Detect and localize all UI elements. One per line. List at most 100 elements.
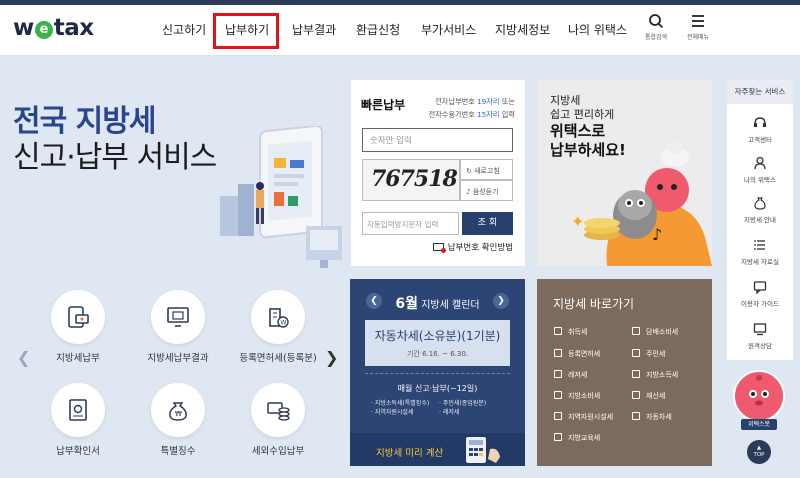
menu-button[interactable]: 전체메뉴 xyxy=(678,13,718,41)
tax-preview-calc-button[interactable]: 지방세 미리 계산 xyxy=(350,433,525,466)
car-icon xyxy=(632,412,640,420)
list-icon xyxy=(754,240,765,250)
list-item: · 레저세 xyxy=(439,409,460,416)
nav-item-pay[interactable]: 납부하기 xyxy=(225,5,269,56)
quick-btn-local-tax-pay[interactable]: 지방세납부 xyxy=(33,290,123,364)
scroll-to-top-button[interactable]: ▲ TOP xyxy=(747,440,771,464)
shortcuts-title: 지방세 바로가기 xyxy=(553,297,635,311)
promo-banner[interactable]: 지방세 쉽고 편리하게 위택스로 납부하세요! ✦ ♪ xyxy=(537,80,712,266)
payment-number-guide-link[interactable]: 납부번호 확인방법 xyxy=(432,241,513,253)
document-icon xyxy=(432,243,446,253)
card-pay-icon xyxy=(68,306,89,328)
svg-text:₩: ₩ xyxy=(175,410,182,418)
quick-btn-label: 특별징수 xyxy=(160,446,196,457)
shortcut-acquisition-tax[interactable]: 취득세 xyxy=(554,327,587,337)
calendar-tax-box[interactable]: 자동차세(소유분)(1기분) 기간 6.16. ~ 6.30. xyxy=(365,320,510,366)
quick-btn-label: 지방세납부 xyxy=(56,353,100,364)
logo-letter-w: w xyxy=(13,15,34,41)
shortcut-local-income-tax[interactable]: 지방소득세 xyxy=(632,370,678,380)
sidebar-item-tax-archive[interactable]: 지방세 자료실 xyxy=(727,238,793,266)
property-icon xyxy=(632,391,640,399)
income-icon xyxy=(632,370,640,378)
building-won-icon: W xyxy=(269,308,289,328)
payment-number-input[interactable]: 숫자만 입력 xyxy=(362,128,513,152)
sidebar-item-user-guide[interactable]: 이용자 가이드 xyxy=(727,280,793,308)
captcha-refresh-button[interactable]: ↻ 새로고침 xyxy=(460,159,513,180)
shortcut-local-consumption-tax[interactable]: 지방소비세 xyxy=(554,391,600,401)
chevron-up-icon: ▲ xyxy=(756,445,762,451)
nav-item-extra-services[interactable]: 부가서비스 xyxy=(421,5,476,56)
shortcut-resident-tax[interactable]: 주민세 xyxy=(632,349,665,359)
sidebar-item-remote-support[interactable]: 원격상담 xyxy=(727,322,793,350)
svg-text:♪: ♪ xyxy=(652,225,662,244)
shortcut-education-tax[interactable]: 지방교육세 xyxy=(554,433,600,443)
list-item: · 지방소득세(특별징수) xyxy=(371,400,430,407)
captcha-audio-button[interactable]: ♪ 음성듣기 xyxy=(460,180,513,201)
search-button[interactable]: 통합검색 xyxy=(636,13,676,41)
house-icon xyxy=(554,327,562,335)
nav-item-pay-result[interactable]: 납부결과 xyxy=(292,5,336,56)
quick-btn-label: 등록면허세(등록분) xyxy=(239,353,317,364)
nav-item-refund[interactable]: 환급신청 xyxy=(356,5,400,56)
bicycle-icon xyxy=(554,370,562,378)
shortcut-leisure-tax[interactable]: 레저세 xyxy=(554,370,587,380)
list-item: · 지역자원시설세 xyxy=(371,409,414,416)
tax-preview-calc-label: 지방세 미리 계산 xyxy=(376,448,444,459)
header: w e tax 신고하기 납부하기 납부결과 환급신청 부가서비스 지방세정보 나의… xyxy=(0,5,800,56)
sidebar-item-my-wetax[interactable]: 나의 위택스 xyxy=(727,156,793,184)
nav-item-local-tax-info[interactable]: 지방세정보 xyxy=(495,5,550,56)
local-tax-shortcuts: 지방세 바로가기 취득세 담배소비세 등록면허세 주민세 레저세 지방소득세 지… xyxy=(537,279,712,466)
wetax-bot-button[interactable] xyxy=(733,370,785,422)
hamburger-icon xyxy=(692,15,704,27)
search-label: 통합검색 xyxy=(644,34,668,41)
license-icon xyxy=(554,349,562,357)
next-arrow-icon[interactable]: ❯ xyxy=(325,348,338,367)
shortcut-regional-resource-tax[interactable]: 지역자원시설세 xyxy=(554,412,613,422)
sidebar-item-tax-guide[interactable]: 지방세 안내 xyxy=(727,196,793,224)
list-item: · 주민세(종업원분) xyxy=(439,400,487,407)
quick-pay-description: 전자납부번호 19자리 또는 전자수용가번호 15자리 입력 xyxy=(428,97,515,119)
calendar-tax-name: 자동차세(소유분)(1기분) xyxy=(374,329,501,343)
graduation-cap-icon xyxy=(554,433,562,441)
quick-pay-title: 빠른납부 xyxy=(361,98,406,112)
svg-text:W: W xyxy=(281,320,287,327)
shortcut-vehicle-tax[interactable]: 자동차세 xyxy=(632,412,672,422)
money-bag-icon xyxy=(754,197,766,210)
captcha-image: 767518 xyxy=(362,159,460,201)
logo-letters: tax xyxy=(53,15,94,41)
calendar-next-button[interactable]: ❯ xyxy=(493,293,509,309)
monitor-icon xyxy=(167,307,189,327)
nav-item-my-wetax[interactable]: 나의 위택스 xyxy=(568,5,627,56)
prev-arrow-icon[interactable]: ❮ xyxy=(17,348,30,367)
wetax-bot-label: 위택스봇 xyxy=(741,419,777,430)
monitor-icon xyxy=(753,323,767,336)
logo-letter-e: e xyxy=(34,21,53,39)
lookup-button[interactable]: 조 회 xyxy=(462,212,513,235)
svg-text:✦: ✦ xyxy=(571,212,584,231)
person-icon xyxy=(632,349,640,357)
quick-btn-non-tax-revenue[interactable]: 세외수입납부 xyxy=(233,383,323,457)
captcha-input[interactable]: 자동입력방지문자 입력 xyxy=(362,212,459,235)
bot-mascot-icon xyxy=(749,375,769,406)
quick-btn-label: 세외수입납부 xyxy=(251,446,305,457)
quick-pay-panel: 빠른납부 전자납부번호 19자리 또는 전자수용가번호 15자리 입력 숫자만 … xyxy=(351,80,525,266)
shortcut-registration-tax[interactable]: 등록면허세 xyxy=(554,349,600,359)
favorite-services-sidebar: 자주찾는 서비스 고객센터 나의 위택스 지방세 안내 지방세 자료실 이용자 … xyxy=(727,80,793,360)
chat-icon xyxy=(753,281,767,294)
shortcut-tobacco-tax[interactable]: 담배소비세 xyxy=(632,327,678,337)
tax-calendar: ❮ 6월 지방세 캘린더 ❯ 자동차세(소유분)(1기분) 기간 6.16. ~… xyxy=(350,279,525,466)
quick-btn-registration-tax[interactable]: W 등록면허세(등록분) xyxy=(233,290,323,364)
monthly-tax-title: 매월 신고·납부(~12일) xyxy=(397,384,478,393)
monthly-tax-items: · 지방소득세(특별징수) · 주민세(종업원분) · 지역자원시설세 · 레저세 xyxy=(371,399,511,417)
calendar-tax-period: 기간 6.16. ~ 6.30. xyxy=(406,350,469,358)
money-bag-icon: ₩ xyxy=(169,402,187,421)
quick-btn-pay-result[interactable]: 지방세납부결과 xyxy=(133,290,223,364)
sidebar-item-customer-center[interactable]: 고객센터 xyxy=(727,116,793,144)
nav-item-report[interactable]: 신고하기 xyxy=(162,5,206,56)
chevron-right-icon: ❯ xyxy=(497,296,505,306)
quick-btn-payment-certificate[interactable]: 납부확인서 xyxy=(33,383,123,457)
shortcut-property-tax[interactable]: 재산세 xyxy=(632,391,665,401)
logo[interactable]: w e tax xyxy=(13,15,94,41)
quick-btn-label: 납부확인서 xyxy=(56,446,100,457)
quick-btn-special-collection[interactable]: ₩ 특별징수 xyxy=(133,383,223,457)
